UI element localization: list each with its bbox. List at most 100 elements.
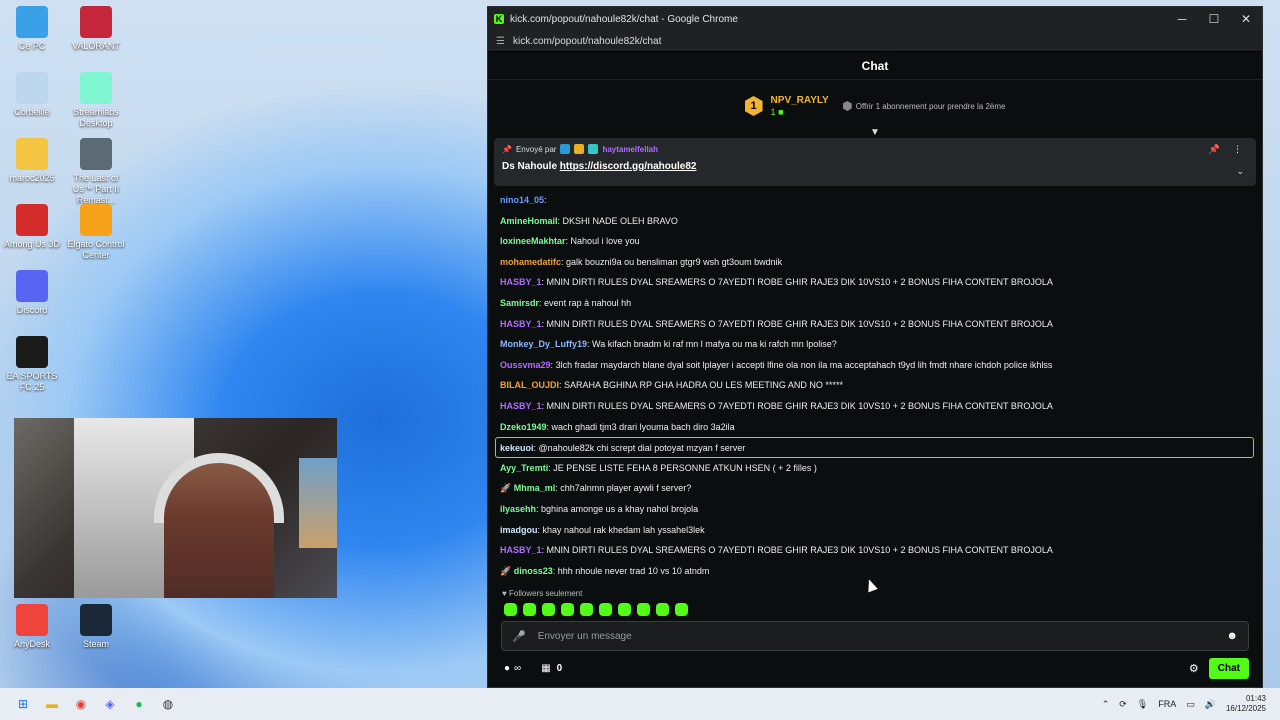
emote-icon[interactable] — [561, 603, 574, 617]
site-settings-icon[interactable]: ☰ — [496, 36, 505, 47]
chat-username[interactable]: HASBY_1 — [500, 545, 542, 555]
address-bar[interactable]: ☰ kick.com/popout/nahoule82k/chat — [488, 31, 1262, 52]
file-explorer-icon[interactable]: ▬ — [41, 693, 63, 715]
emote-icon[interactable] — [580, 603, 593, 617]
chat-username[interactable]: dinoss23 — [514, 566, 553, 576]
pinned-user[interactable]: haytamelfellah — [602, 145, 658, 154]
desktop-icon[interactable]: Discord — [0, 270, 64, 316]
chat-username[interactable]: kekeuoi — [500, 443, 534, 453]
chat-username[interactable]: AmineHomail — [500, 216, 558, 226]
more-options-icon[interactable]: ⋮ — [1233, 144, 1242, 155]
desktop-icon[interactable]: Streamlabs Desktop — [64, 72, 128, 129]
desktop-icon[interactable]: Among Us 3D — [0, 204, 64, 250]
badge-icon — [588, 144, 599, 154]
spotify-icon[interactable]: ● — [128, 693, 150, 715]
emote-bar — [488, 598, 1262, 617]
chat-message[interactable]: HASBY_1: MNIN DIRTI RULES DYAL SREAMERS … — [500, 396, 1254, 417]
settings-icon[interactable]: ⚙ — [1189, 662, 1199, 675]
chat-message[interactable]: Samirsdr: event rap à nahoul hh — [500, 293, 1254, 314]
pc-icon — [16, 6, 48, 38]
desktop-icon[interactable]: Ce PC — [0, 6, 64, 52]
chat-username[interactable]: mohamedatifc — [500, 257, 561, 267]
desktop-icon-label: Corbeille — [14, 107, 50, 117]
among-us-icon — [16, 204, 48, 236]
network-icon[interactable]: ▭ — [1186, 699, 1195, 710]
minimize-button[interactable]: ─ — [1166, 12, 1198, 26]
emote-icon[interactable] — [504, 603, 517, 617]
chat-message[interactable]: Monkey_Dy_Luffy19: Wa kifach bnadm ki ra… — [500, 334, 1254, 355]
chat-message[interactable]: kekeuoi: @nahoule82k chi scrept dial pot… — [495, 437, 1254, 458]
chat-username[interactable]: Samirsdr — [500, 298, 539, 308]
emote-icon[interactable] — [542, 603, 555, 617]
chat-message[interactable]: BILAL_OUJDI: SARAHA BGHINA RP GHA HADRA … — [500, 375, 1254, 396]
chat-message[interactable]: 🚀 Mhma_ml: chh7alnmn player aywli f serv… — [500, 478, 1254, 499]
store-count: 0 — [556, 662, 563, 674]
gift-top-user[interactable]: NPV_RAYLY — [771, 95, 829, 107]
chat-message[interactable]: Ayy_Tremti: JE PENSE LISTE FEHA 8 PERSON… — [500, 458, 1254, 479]
chat-input[interactable]: 🎤 Envoyer un message ☻ — [501, 621, 1249, 651]
close-button[interactable]: ✕ — [1230, 12, 1262, 26]
chat-message[interactable]: HASBY_1: MNIN DIRTI RULES DYAL SREAMERS … — [500, 540, 1254, 561]
discord-taskbar-icon[interactable]: ◈ — [99, 693, 121, 715]
volume-icon[interactable]: 🔊 — [1205, 699, 1216, 710]
desktop-icon[interactable]: maroc2025 — [0, 138, 64, 184]
emote-icon[interactable] — [637, 603, 650, 617]
chat-username[interactable]: imadgou — [500, 525, 538, 535]
desktop-icon[interactable]: EA SPORTS FC 25 — [0, 336, 64, 393]
sync-icon[interactable]: ⟳ — [1119, 699, 1127, 710]
emote-icon[interactable] — [656, 603, 669, 617]
emote-icon[interactable] — [675, 603, 688, 617]
desktop-icon[interactable]: AnyDesk — [0, 604, 64, 650]
chat-username[interactable]: loxineeMakhtar — [500, 236, 566, 246]
chat-message[interactable]: imadgou: khay nahoul rak khedam lah yssa… — [500, 520, 1254, 541]
desktop-icon-label: Steam — [82, 639, 109, 649]
chat-message[interactable]: loxineeMakhtar: Nahoul i love you — [500, 231, 1254, 252]
collapse-icon[interactable]: ▼ — [870, 127, 880, 138]
store-icon[interactable]: ▦ — [541, 663, 550, 674]
send-chat-button[interactable]: Chat — [1208, 657, 1249, 679]
discord-link[interactable]: https://discord.gg/nahoule82 — [560, 161, 697, 172]
mic-icon[interactable]: 🎤 — [512, 630, 526, 643]
desktop-icon[interactable]: Corbeille — [0, 72, 64, 118]
windows-start-icon[interactable]: ⊞ — [12, 693, 34, 715]
people-icon[interactable]: ● — [504, 663, 510, 674]
desktop-icon[interactable]: VALORANT — [64, 6, 128, 52]
chat-username[interactable]: Monkey_Dy_Luffy19 — [500, 339, 587, 349]
chat-username[interactable]: Oussvma29 — [500, 360, 551, 370]
chat-message[interactable]: nino14_05: — [500, 190, 1254, 211]
chat-username[interactable]: Dzeko1949 — [500, 422, 547, 432]
obs-icon[interactable]: ◍ — [157, 693, 179, 715]
desktop-icon[interactable]: The Last of Us™ Part II Remast... — [64, 138, 128, 206]
mic-tray-icon[interactable]: 🎙 — [1137, 699, 1148, 710]
chat-message[interactable]: ilyasehh: bghina amonge us a khay nahol … — [500, 499, 1254, 520]
chat-message[interactable]: Dzeko1949: wach ghadi tjm3 drari lyouma … — [500, 417, 1254, 438]
language-indicator[interactable]: FRA — [1158, 699, 1176, 709]
unpin-icon[interactable]: 📌 — [1209, 144, 1220, 155]
chat-message[interactable]: HASBY_1: MNIN DIRTI RULES DYAL SREAMERS … — [500, 272, 1254, 293]
expand-chevron-icon[interactable]: ⌄ — [1236, 166, 1244, 177]
desktop-icon[interactable]: Elgato Control Center — [64, 204, 128, 261]
chat-username[interactable]: HASBY_1 — [500, 277, 542, 287]
chat-username[interactable]: BILAL_OUJDI — [500, 380, 559, 390]
emoji-icon[interactable]: ☻ — [1226, 630, 1238, 642]
emote-icon[interactable] — [523, 603, 536, 617]
title-bar[interactable]: K kick.com/popout/nahoule82k/chat - Goog… — [488, 7, 1262, 31]
chat-message[interactable]: AmineHomail: DKSHI NADE OLEH BRAVO — [500, 211, 1254, 232]
chat-username[interactable]: Ayy_Tremti — [500, 463, 548, 473]
chat-message[interactable]: HASBY_1: MNIN DIRTI RULES DYAL SREAMERS … — [500, 314, 1254, 335]
chat-message[interactable]: 🚀 dinoss23: hhh nhoule never trad 10 vs … — [500, 561, 1254, 582]
chrome-icon[interactable]: ◉ — [70, 693, 92, 715]
chat-username[interactable]: HASBY_1 — [500, 319, 542, 329]
chat-message[interactable]: Oussvma29: 3lch fradar maydarch blane dy… — [500, 355, 1254, 376]
chat-message[interactable]: mohamedatifc: galk bouzni9a ou bensliman… — [500, 252, 1254, 273]
emote-icon[interactable] — [618, 603, 631, 617]
chat-username[interactable]: Mhma_ml — [514, 483, 556, 493]
chat-username[interactable]: HASBY_1 — [500, 401, 542, 411]
emote-icon[interactable] — [599, 603, 612, 617]
clock[interactable]: 01:43 16/12/2025 — [1226, 694, 1266, 714]
chat-username[interactable]: nino14_05 — [500, 195, 544, 205]
chat-username[interactable]: ilyasehh — [500, 504, 536, 514]
tray-chevron-icon[interactable]: ⌃ — [1102, 699, 1110, 710]
maximize-button[interactable]: ☐ — [1198, 12, 1230, 26]
desktop-icon[interactable]: Steam — [64, 604, 128, 650]
